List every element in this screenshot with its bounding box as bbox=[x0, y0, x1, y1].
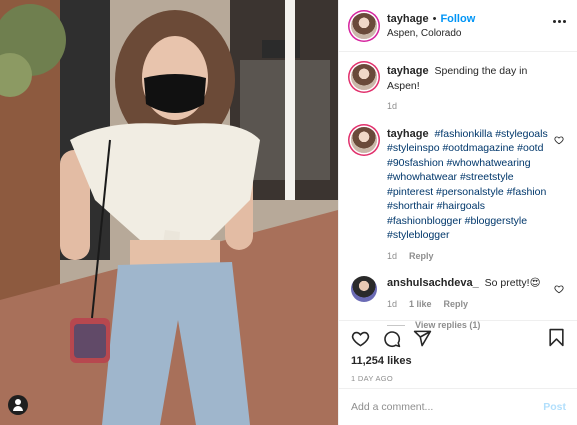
heart-icon[interactable] bbox=[351, 329, 370, 348]
user-icon-body bbox=[13, 406, 23, 411]
comment-avatar[interactable] bbox=[351, 276, 377, 302]
comment-input[interactable] bbox=[351, 401, 544, 413]
comment-hashtags[interactable]: #fashionkilla #stylegoals #styleinspo #o… bbox=[387, 128, 548, 242]
caption-row: tayhage Spending the day in Aspen! 1d bbox=[351, 64, 566, 114]
post-side-panel: tayhage • Follow Aspen, Colorado tayhage… bbox=[338, 0, 577, 425]
post-comment-button[interactable]: Post bbox=[543, 401, 566, 413]
comment-time[interactable]: 1d bbox=[387, 249, 397, 264]
author-avatar[interactable] bbox=[351, 12, 377, 39]
comment-text: So pretty!😍 bbox=[484, 277, 541, 289]
photo-illustration bbox=[0, 0, 338, 425]
comment-username[interactable]: tayhage bbox=[387, 128, 429, 140]
heart-icon[interactable] bbox=[554, 135, 564, 145]
post-location[interactable]: Aspen, Colorado bbox=[387, 28, 475, 39]
comment-row: anshulsachdeva_ So pretty!😍 1d 1 like Re… bbox=[351, 276, 566, 311]
comment-row: tayhage #fashionkilla #stylegoals #style… bbox=[351, 126, 566, 264]
caption-time[interactable]: 1d bbox=[387, 99, 397, 114]
comment-username[interactable]: anshulsachdeva_ bbox=[387, 277, 479, 289]
author-info: tayhage • Follow Aspen, Colorado bbox=[387, 13, 475, 39]
author-username[interactable]: tayhage bbox=[387, 13, 429, 25]
comment-time[interactable]: 1d bbox=[387, 297, 397, 312]
user-icon bbox=[15, 399, 21, 405]
caption-avatar[interactable] bbox=[351, 64, 377, 90]
posted-time[interactable]: 1 DAY AGO bbox=[351, 374, 566, 383]
heart-icon[interactable] bbox=[554, 284, 564, 294]
post-header: tayhage • Follow Aspen, Colorado bbox=[339, 0, 577, 52]
share-icon[interactable] bbox=[413, 329, 432, 348]
instagram-post: tayhage • Follow Aspen, Colorado tayhage… bbox=[0, 0, 577, 425]
more-horizontal-icon[interactable] bbox=[553, 20, 566, 23]
comment-avatar[interactable] bbox=[351, 126, 377, 153]
comment-likes[interactable]: 1 like bbox=[409, 297, 432, 312]
tagged-users-button[interactable] bbox=[8, 395, 28, 415]
reply-button[interactable]: Reply bbox=[409, 249, 434, 264]
bookmark-icon[interactable] bbox=[547, 328, 566, 347]
post-actions: 11,254 likes 1 DAY AGO bbox=[339, 320, 577, 388]
reply-button[interactable]: Reply bbox=[444, 297, 469, 312]
comment-icon[interactable] bbox=[382, 329, 401, 348]
caption-username[interactable]: tayhage bbox=[387, 65, 429, 77]
post-photo[interactable] bbox=[0, 0, 338, 425]
likes-count[interactable]: 11,254 likes bbox=[351, 355, 566, 367]
comments-list: tayhage Spending the day in Aspen! 1d ta… bbox=[339, 52, 577, 330]
follow-button[interactable]: Follow bbox=[440, 13, 475, 25]
separator-dot: • bbox=[432, 12, 437, 25]
add-comment-bar: Post bbox=[339, 388, 577, 425]
